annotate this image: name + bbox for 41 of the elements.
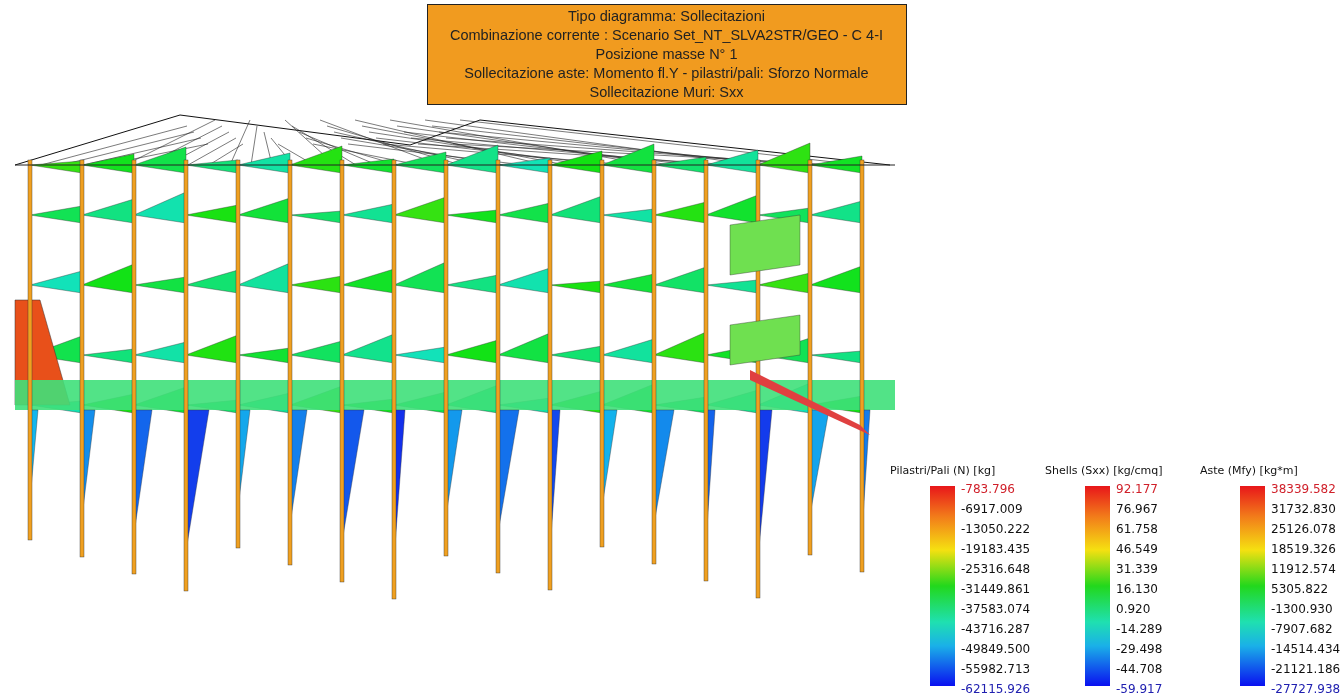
scale-value: 61.758 [1116, 521, 1159, 538]
scale-value: -21121.186 [1271, 661, 1341, 678]
info-line: Sollecitazione aste: Momento fl.Y - pilastri/pali: Sforzo Normale [464, 64, 869, 83]
scale-value: -783.796 [961, 481, 1016, 498]
scale-value: 31.339 [1116, 561, 1159, 578]
legend-title: Pilastri/Pali (N) [kg] [890, 464, 997, 477]
scale-value: -1300.930 [1271, 601, 1334, 618]
scale-value: -49849.500 [961, 641, 1031, 658]
scale-value: -14.289 [1116, 621, 1163, 638]
info-line: Sollecitazione Muri: Sxx [589, 83, 744, 102]
scale-value: 25126.078 [1271, 521, 1337, 538]
scale-value: -31449.861 [961, 581, 1031, 598]
scale-value: 46.549 [1116, 541, 1159, 558]
scale-value: -6917.009 [961, 501, 1024, 518]
scale-value: -7907.682 [1271, 621, 1334, 638]
info-line: Combinazione corrente : Scenario Set_NT_SLVA2STR/GEO - C 4-I [449, 26, 883, 45]
scale-value: 18519.326 [1271, 541, 1337, 558]
scale-value: -14514.434 [1271, 641, 1341, 658]
scale-value: -27727.938 [1271, 681, 1341, 698]
scale-value: 38339.582 [1271, 481, 1337, 498]
scale-value: -19183.435 [961, 541, 1031, 558]
legend-title: Shells (Sxx) [kg/cmq] [1045, 464, 1164, 477]
info-line: Tipo diagramma: Sollecitazioni [568, 7, 765, 26]
scale-value: 76.967 [1116, 501, 1159, 518]
scale-value: -37583.074 [961, 601, 1031, 618]
scale-value: -59.917 [1116, 681, 1163, 698]
scale-value: -13050.222 [961, 521, 1031, 538]
scale-value: -29.498 [1116, 641, 1163, 658]
scale-value: 5305.822 [1271, 581, 1330, 598]
info-line: Posizione masse N° 1 [595, 45, 738, 64]
scale-value: 92.177 [1116, 481, 1159, 498]
scale-value: 11912.574 [1271, 561, 1337, 578]
legend-title: Aste (Mfy) [kg*m] [1200, 464, 1299, 477]
scale-value: 16.130 [1116, 581, 1159, 598]
scale-value: -44.708 [1116, 661, 1163, 678]
scale-value: -62115.926 [961, 681, 1031, 698]
scale-value: -25316.648 [961, 561, 1031, 578]
scale-value: 31732.830 [1271, 501, 1337, 518]
scale-value: -43716.287 [961, 621, 1031, 638]
scale-value: -55982.713 [961, 661, 1031, 678]
scale-value: 0.920 [1116, 601, 1152, 618]
